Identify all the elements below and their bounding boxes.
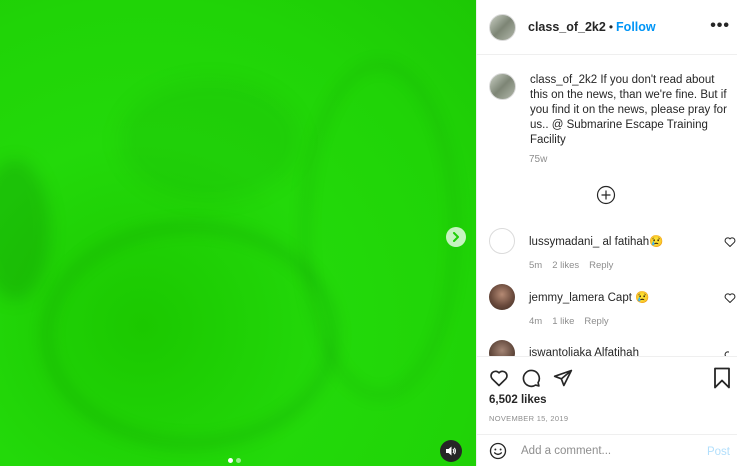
comment-meta: 4m 1 like Reply — [529, 316, 729, 327]
comment-input[interactable] — [521, 444, 691, 457]
more-options-button[interactable]: ••• — [710, 18, 730, 34]
comment-likes[interactable]: 2 likes — [552, 260, 579, 271]
post-caption: class_of_2k2 If you don't read about thi… — [489, 73, 729, 148]
post-header: class_of_2k2 • Follow ••• — [477, 0, 737, 55]
comment-time: 5m — [529, 260, 543, 271]
comment-icon[interactable] — [521, 368, 541, 388]
comment-text: jemmy_lamera Capt 😢 — [529, 290, 649, 304]
plus-circle-icon — [596, 185, 616, 205]
avatar[interactable] — [489, 13, 516, 41]
comment-time: 4m — [529, 316, 543, 327]
avatar[interactable] — [489, 340, 515, 356]
media-shadow — [120, 80, 300, 200]
carousel-dot-active — [228, 458, 233, 463]
comment-body: al fatihah — [602, 236, 650, 248]
carousel-dots — [228, 458, 241, 463]
post-side-panel: class_of_2k2 • Follow ••• class_of_2k2 I… — [476, 0, 737, 466]
chevron-right-icon — [453, 232, 459, 242]
heart-icon[interactable] — [724, 292, 736, 304]
comment-item: iswantoliaka Alfatihah — [489, 340, 729, 356]
heart-icon[interactable] — [724, 236, 736, 248]
comment-username[interactable]: iswantoliaka — [529, 347, 592, 356]
comment-emoji: 😢 — [635, 292, 650, 304]
comment-meta: 5m 2 likes Reply — [529, 260, 729, 271]
owner-username[interactable]: class_of_2k2 — [528, 20, 606, 34]
avatar[interactable] — [489, 73, 516, 100]
comment-emoji: 😢 — [649, 236, 664, 248]
likes-count[interactable]: 6,502 likes — [489, 394, 547, 406]
more-icon: ••• — [710, 17, 730, 34]
comment-bar: Post — [477, 434, 737, 466]
comment-username[interactable]: lussymadani_ — [529, 236, 599, 248]
post-date: NOVEMBER 15, 2019 — [489, 414, 569, 423]
smile-icon[interactable] — [489, 442, 507, 460]
load-more-comments-button[interactable] — [596, 185, 616, 205]
follow-button[interactable]: Follow — [616, 20, 656, 34]
caption-text: class_of_2k2 If you don't read about thi… — [530, 73, 729, 148]
avatar[interactable] — [489, 228, 515, 254]
media-shadow — [0, 160, 50, 300]
sound-toggle-button[interactable] — [440, 440, 462, 462]
bookmark-icon[interactable] — [713, 367, 731, 389]
carousel-dot — [236, 458, 241, 463]
comment-text: lussymadani_ al fatihah😢 — [529, 234, 664, 248]
next-slide-button[interactable] — [446, 227, 466, 247]
comment-text: iswantoliaka Alfatihah — [529, 347, 639, 356]
header-separator: • — [608, 20, 614, 34]
media-shadow — [300, 60, 460, 400]
comment-body: Alfatihah — [594, 347, 639, 356]
comment-likes[interactable]: 1 like — [552, 316, 574, 327]
post-media — [0, 0, 476, 466]
share-icon[interactable] — [553, 368, 573, 388]
speaker-icon — [446, 446, 456, 456]
comment-body: Capt — [607, 292, 632, 304]
reply-button[interactable]: Reply — [584, 316, 608, 327]
comment-item: lussymadani_ al fatihah😢 5m 2 likes Repl… — [489, 228, 736, 271]
comment-username[interactable]: jemmy_lamera — [529, 292, 604, 304]
caption-username[interactable]: class_of_2k2 — [530, 74, 597, 86]
avatar[interactable] — [489, 284, 515, 310]
post-comment-button[interactable]: Post — [707, 446, 730, 458]
reply-button[interactable]: Reply — [589, 260, 613, 271]
comment-item: jemmy_lamera Capt 😢 4m 1 like Reply — [489, 284, 736, 327]
media-shadow — [40, 220, 340, 450]
heart-icon[interactable] — [489, 368, 509, 388]
caption-timestamp: 75w — [529, 154, 548, 165]
